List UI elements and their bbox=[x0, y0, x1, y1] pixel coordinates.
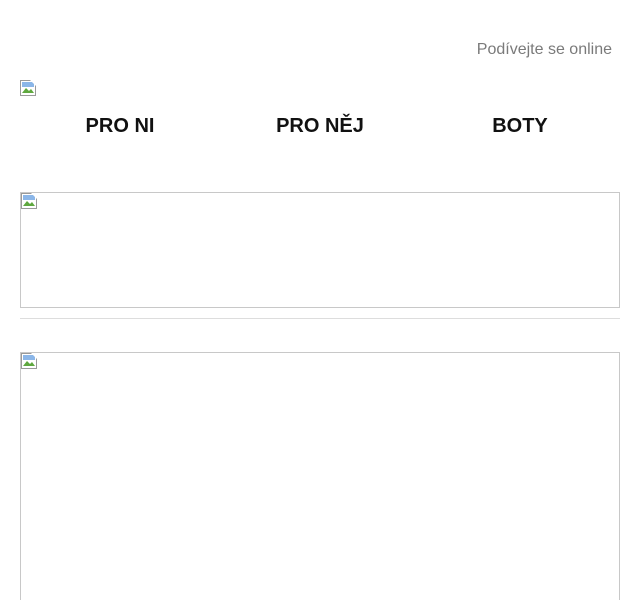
hero-banner-image[interactable] bbox=[20, 192, 620, 308]
nav-item-pro-nej[interactable]: PRO NĚJ bbox=[220, 112, 420, 140]
divider bbox=[20, 318, 620, 319]
email-page: Podívejte se online PRO NI PRO NĚJ BOTY bbox=[0, 0, 640, 600]
nav-item-boty[interactable]: BOTY bbox=[420, 112, 620, 140]
broken-image-icon bbox=[20, 80, 36, 96]
main-nav: PRO NI PRO NĚJ BOTY bbox=[20, 112, 620, 140]
nav-item-pro-ni[interactable]: PRO NI bbox=[20, 112, 220, 140]
logo[interactable] bbox=[20, 80, 36, 96]
view-online-link[interactable]: Podívejte se online bbox=[477, 40, 612, 60]
promo-banner-image[interactable] bbox=[20, 352, 620, 600]
broken-image-icon bbox=[21, 353, 37, 369]
broken-image-icon bbox=[21, 193, 37, 209]
